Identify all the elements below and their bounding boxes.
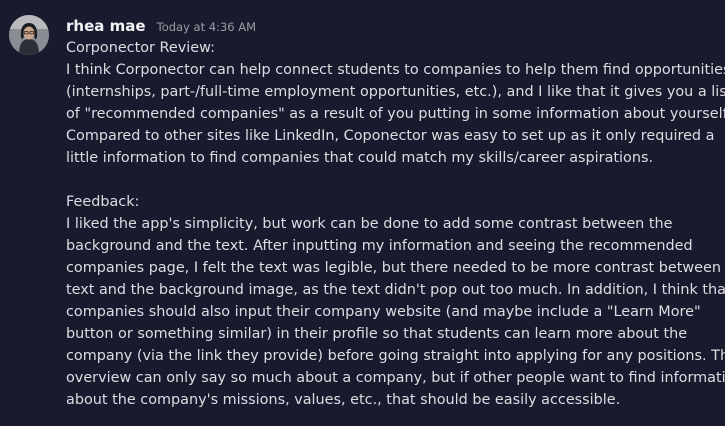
feedback-line: button or something similar) in their pr… [66,326,688,342]
feedback-line: background and the text. After inputting… [66,238,693,254]
message-header: rhea mae Today at 4:36 AM [66,15,717,37]
feedback-line: about the company's missions, values, et… [66,392,621,408]
message-timestamp: Today at 4:36 AM [156,20,257,34]
review-line: little information to find companies tha… [66,150,654,166]
feedback-section: Feedback: I liked the app's simplicity, … [66,191,725,411]
review-title: Corponector Review: [66,40,215,56]
review-line: of "recommended companies" as a result o… [66,106,725,122]
feedback-line: company (via the link they provide) befo… [66,348,725,364]
feedback-line: I liked the app's simplicity, but work c… [66,216,673,232]
feedback-title: Feedback: [66,194,140,210]
review-line: Compared to other sites like LinkedIn, C… [66,128,715,144]
review-line: (internships, part-/full-time employment… [66,84,725,100]
feedback-line: companies page, I felt the text was legi… [66,260,725,276]
username[interactable]: rhea mae [66,17,146,35]
review-line: I think Corponector can help connect stu… [66,62,725,78]
feedback-line: companies should also input their compan… [66,304,701,320]
chat-message: rhea mae Today at 4:36 AM Corponector Re… [0,0,725,426]
avatar[interactable] [9,15,49,55]
user-photo-icon [9,15,49,55]
feedback-line: overview can only say so much about a co… [66,370,725,386]
message-content: Corponector Review: I think Corponector … [66,37,725,411]
review-section: Corponector Review: I think Corponector … [66,37,725,169]
feedback-line: text and the background image, as the te… [66,282,725,298]
